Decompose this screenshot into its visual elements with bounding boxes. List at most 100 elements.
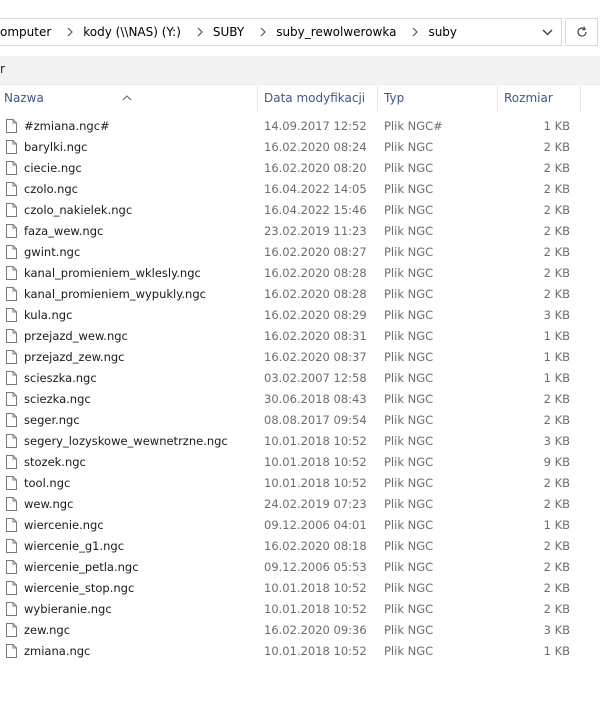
file-row[interactable]: #zmiana.ngc# 14.09.2017 12:52 Plik NGC# 1 K…: [0, 116, 600, 137]
file-row[interactable]: zew.ngc 16.02.2020 09:36 Plik NGC 3 KB: [0, 620, 600, 641]
file-type: Plik NGC: [384, 224, 434, 238]
file-date: 16.02.2020 08:20: [264, 161, 367, 175]
file-row[interactable]: wiercenie.ngc 09.12.2006 04:01 Plik NGC 1 K…: [0, 515, 600, 536]
file-row[interactable]: kanal_promieniem_wypukly.ngc 16.02.2020 0…: [0, 284, 600, 305]
file-type: Plik NGC: [384, 455, 434, 469]
file-size: 2 KB: [543, 560, 570, 574]
breadcrumb-item-suby[interactable]: suby: [428, 25, 463, 39]
chevron-down-icon[interactable]: [533, 19, 561, 45]
file-icon: [6, 140, 17, 154]
file-name: wiercenie_petla.ngc: [24, 560, 139, 574]
breadcrumb-item-suby-rewolwerowka[interactable]: suby_rewolwerowka: [276, 25, 402, 39]
breadcrumb[interactable]: omputer kody (\\NAS) (Y:) SUBY suby_rewo…: [0, 18, 562, 46]
file-name: barylki.ngc: [24, 140, 88, 154]
file-row[interactable]: czolo_nakielek.ngc 16.04.2022 15:46 Plik N…: [0, 200, 600, 221]
file-date: 10.01.2018 10:52: [264, 476, 367, 490]
file-size: 2 KB: [543, 140, 570, 154]
file-icon: [6, 644, 17, 658]
file-row[interactable]: ciecie.ngc 16.02.2020 08:20 Plik NGC 2 KB: [0, 158, 600, 179]
column-header-name[interactable]: Nazwa: [4, 86, 44, 111]
column-header-date[interactable]: Data modyfikacji: [264, 86, 365, 111]
file-date: 09.12.2006 05:53: [264, 560, 367, 574]
file-name: sciezka.ngc: [24, 392, 91, 406]
file-icon: [6, 287, 17, 301]
column-divider[interactable]: [257, 86, 258, 111]
file-name: faza_wew.ngc: [24, 224, 104, 238]
file-row[interactable]: kanal_promieniem_wklesly.ngc 16.02.2020 0…: [0, 263, 600, 284]
file-type: Plik NGC: [384, 434, 434, 448]
chevron-right-icon[interactable]: [187, 27, 213, 37]
file-size: 2 KB: [543, 203, 570, 217]
file-name: gwint.ngc: [24, 245, 81, 259]
file-row[interactable]: wybieranie.ngc 10.01.2018 10:52 Plik NGC 2 …: [0, 599, 600, 620]
file-icon: [6, 182, 17, 196]
file-type: Plik NGC: [384, 413, 434, 427]
file-name: ciecie.ngc: [24, 161, 82, 175]
file-name: czolo_nakielek.ngc: [24, 203, 133, 217]
column-divider[interactable]: [580, 86, 581, 111]
file-row[interactable]: stozek.ngc 10.01.2018 10:52 Plik NGC 9 KB: [0, 452, 600, 473]
file-icon: [6, 434, 17, 448]
file-size: 2 KB: [543, 392, 570, 406]
file-type: Plik NGC: [384, 392, 434, 406]
column-divider[interactable]: [497, 86, 498, 111]
refresh-button[interactable]: [565, 18, 598, 46]
chevron-right-icon[interactable]: [250, 27, 276, 37]
breadcrumb-item-drive[interactable]: kody (\\NAS) (Y:): [83, 25, 187, 39]
file-row[interactable]: wew.ngc 24.02.2019 07:23 Plik NGC 2 KB: [0, 494, 600, 515]
file-size: 2 KB: [543, 266, 570, 280]
file-row[interactable]: sciezka.ngc 30.06.2018 08:43 Plik NGC 2 KB: [0, 389, 600, 410]
file-type: Plik NGC: [384, 287, 434, 301]
file-name: wiercenie.ngc: [24, 518, 104, 532]
file-name: wybieranie.ngc: [24, 602, 112, 616]
file-date: 16.02.2020 08:18: [264, 539, 367, 553]
file-name: #zmiana.ngc#: [24, 119, 110, 133]
file-icon: [6, 518, 17, 532]
file-icon: [6, 266, 17, 280]
file-row[interactable]: barylki.ngc 16.02.2020 08:24 Plik NGC 2 KB: [0, 137, 600, 158]
breadcrumb-item-suby-root[interactable]: SUBY: [213, 25, 250, 39]
file-icon: [6, 455, 17, 469]
chevron-right-icon[interactable]: [402, 27, 428, 37]
file-row[interactable]: scieszka.ngc 03.02.2007 12:58 Plik NGC 1 KB: [0, 368, 600, 389]
file-row[interactable]: wiercenie_stop.ngc 10.01.2018 10:52 Plik N…: [0, 578, 600, 599]
file-row[interactable]: tool.ngc 10.01.2018 10:52 Plik NGC 2 KB: [0, 473, 600, 494]
file-icon: [6, 329, 17, 343]
file-type: Plik NGC: [384, 602, 434, 616]
file-size: 2 KB: [543, 287, 570, 301]
column-header-type[interactable]: Typ: [384, 86, 404, 111]
file-size: 2 KB: [543, 539, 570, 553]
file-row[interactable]: czolo.ngc 16.04.2022 14:05 Plik NGC 2 KB: [0, 179, 600, 200]
file-row[interactable]: wiercenie_g1.ngc 16.02.2020 08:18 Plik NGC…: [0, 536, 600, 557]
file-size: 2 KB: [543, 413, 570, 427]
command-bar-label[interactable]: r: [0, 62, 5, 76]
file-size: 2 KB: [543, 497, 570, 511]
file-type: Plik NGC: [384, 161, 434, 175]
file-row[interactable]: kula.ngc 16.02.2020 08:29 Plik NGC 3 KB: [0, 305, 600, 326]
file-date: 16.02.2020 08:28: [264, 287, 367, 301]
file-icon: [6, 476, 17, 490]
breadcrumb-item-computer[interactable]: omputer: [0, 25, 57, 39]
file-row[interactable]: przejazd_wew.ngc 16.02.2020 08:31 Plik NGC…: [0, 326, 600, 347]
file-name: wiercenie_stop.ngc: [24, 581, 135, 595]
file-list: #zmiana.ngc# 14.09.2017 12:52 Plik NGC# 1 K…: [0, 116, 600, 662]
column-divider[interactable]: [377, 86, 378, 111]
file-type: Plik NGC: [384, 182, 434, 196]
file-name: segery_lozyskowe_wewnetrzne.ngc: [24, 434, 228, 448]
file-size: 1 KB: [543, 371, 570, 385]
chevron-right-icon[interactable]: [57, 27, 83, 37]
file-row[interactable]: seger.ngc 08.08.2017 09:54 Plik NGC 2 KB: [0, 410, 600, 431]
file-row[interactable]: zmiana.ngc 10.01.2018 10:52 Plik NGC 1 KB: [0, 641, 600, 662]
file-row[interactable]: segery_lozyskowe_wewnetrzne.ngc 10.01.201…: [0, 431, 600, 452]
file-row[interactable]: przejazd_zew.ngc 16.02.2020 08:37 Plik NGC…: [0, 347, 600, 368]
file-name: wiercenie_g1.ngc: [24, 539, 125, 553]
file-date: 16.02.2020 08:37: [264, 350, 367, 364]
file-icon: [6, 602, 17, 616]
file-row[interactable]: faza_wew.ngc 23.02.2019 11:23 Plik NGC 2 KB: [0, 221, 600, 242]
file-date: 23.02.2019 11:23: [264, 224, 367, 238]
file-row[interactable]: gwint.ngc 16.02.2020 08:27 Plik NGC 2 KB: [0, 242, 600, 263]
file-row[interactable]: wiercenie_petla.ngc 09.12.2006 05:53 Plik …: [0, 557, 600, 578]
file-date: 14.09.2017 12:52: [264, 119, 367, 133]
file-date: 08.08.2017 09:54: [264, 413, 367, 427]
column-header-size[interactable]: Rozmiar: [504, 86, 553, 111]
